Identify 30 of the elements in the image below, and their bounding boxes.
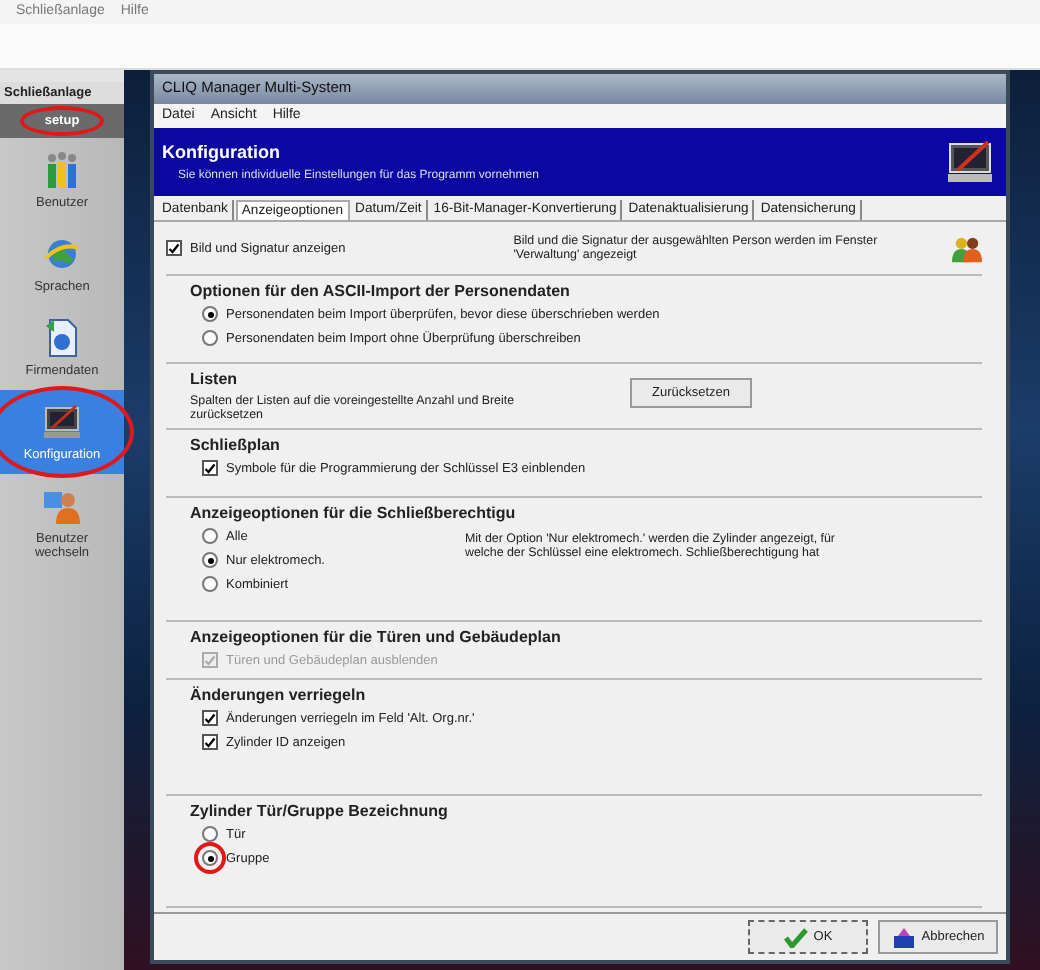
tray-icon bbox=[891, 927, 916, 947]
checkmark-icon bbox=[783, 927, 808, 947]
section-heading: Listen bbox=[190, 370, 240, 388]
radio-button[interactable] bbox=[202, 850, 218, 866]
highlight-circle bbox=[194, 842, 226, 874]
section-heading: Anzeigeoptionen für die Türen und Gebäudeplan bbox=[190, 628, 563, 646]
people-icon bbox=[952, 233, 982, 263]
users-icon bbox=[42, 150, 82, 190]
radio-button[interactable] bbox=[202, 528, 218, 544]
person-icon bbox=[42, 486, 82, 526]
monitor-icon bbox=[42, 402, 82, 442]
section-heading: Zylinder Tür/Gruppe Bezeichnung bbox=[190, 802, 450, 820]
radio-button[interactable] bbox=[202, 306, 218, 322]
checkbox[interactable] bbox=[202, 734, 218, 750]
highlight-circle bbox=[20, 106, 104, 136]
header-title: Konfiguration bbox=[162, 142, 282, 162]
section-heading: Optionen für den ASCII-Import der Personendaten bbox=[190, 282, 572, 300]
checkbox[interactable] bbox=[166, 240, 182, 256]
radio-button[interactable] bbox=[202, 576, 218, 592]
section-heading: Schließplan bbox=[190, 436, 282, 454]
section-heading: Anzeigeoptionen für die Schließberechtigu bbox=[190, 504, 518, 522]
section-heading: Änderungen verriegeln bbox=[190, 686, 368, 704]
radio-button[interactable] bbox=[202, 552, 218, 568]
radio-button[interactable] bbox=[202, 826, 218, 842]
globe-icon bbox=[42, 234, 82, 274]
radio-button[interactable] bbox=[202, 330, 218, 346]
checkbox[interactable] bbox=[202, 460, 218, 476]
monitor-icon bbox=[946, 138, 994, 186]
document-icon bbox=[42, 318, 82, 358]
checkbox[interactable] bbox=[202, 710, 218, 726]
